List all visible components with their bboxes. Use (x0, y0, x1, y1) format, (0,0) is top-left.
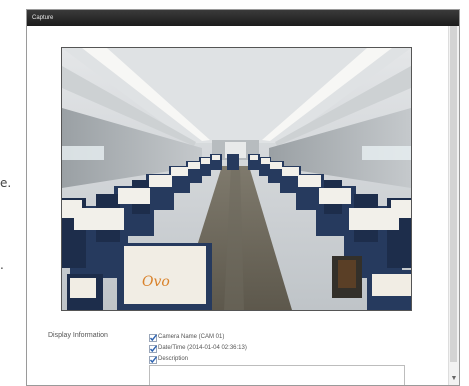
option-date-time[interactable]: Date/Time (2014-01-04 02:36:13) (149, 343, 247, 354)
display-information-options: Camera Name (CAM 01) Date/Time (2014-01-… (149, 332, 247, 365)
description-textarea[interactable] (149, 365, 405, 385)
headrest-logo: Ovo (142, 274, 170, 290)
capture-image: Ovo (61, 47, 412, 311)
checkbox-checked-icon[interactable] (149, 355, 158, 364)
option-camera-name[interactable]: Camera Name (CAM 01) (149, 332, 247, 343)
option-description[interactable]: Description (149, 354, 247, 365)
scroll-down-arrow-icon[interactable]: ▼ (450, 375, 458, 383)
option-label: Description (158, 356, 189, 362)
capture-window: Capture Ovo Display Information Camera N… (26, 9, 460, 386)
option-label: Camera Name (CAM 01) (158, 334, 225, 340)
train-interior-illustration: Ovo (62, 48, 411, 310)
vertical-scrollbar[interactable]: ▼ (448, 26, 459, 385)
side-text-fragment-1: e. (0, 176, 12, 190)
capture-content: Ovo Display Information Camera Name (CAM… (27, 26, 448, 385)
window-title: Capture (27, 10, 459, 26)
scrollbar-thumb[interactable] (450, 26, 457, 362)
checkbox-checked-icon[interactable] (149, 344, 158, 353)
side-text-fragment-2: . (0, 258, 4, 272)
option-label: Date/Time (2014-01-04 02:36:13) (158, 345, 247, 351)
checkbox-checked-icon[interactable] (149, 333, 158, 342)
display-information-label: Display Information (48, 332, 108, 339)
